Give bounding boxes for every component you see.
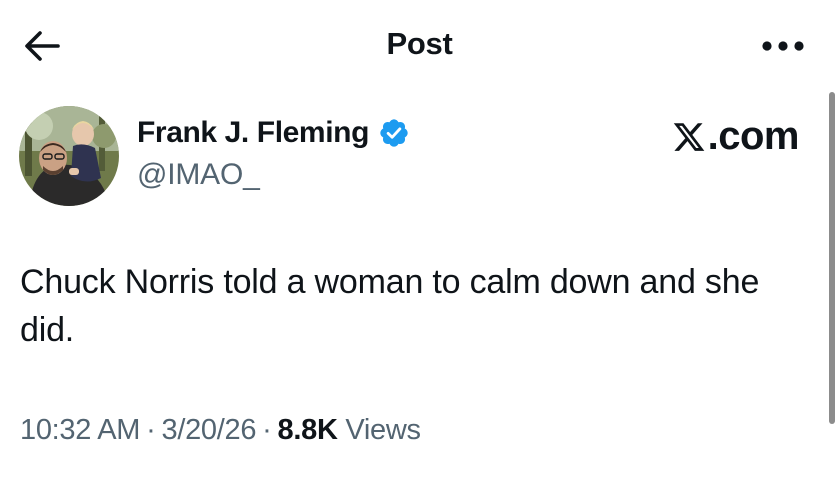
author-name-row[interactable]: Frank J. Fleming [137,116,410,150]
verified-badge-icon [380,119,408,147]
tweet-text: Chuck Norris told a woman to calm down a… [20,263,760,349]
x-logo-icon [673,122,704,151]
avatar[interactable] [19,106,119,206]
meta-separator: · [262,414,272,446]
more-options-button[interactable] [757,28,809,64]
post-meta: 10:32 AM · 3/20/26 · 8.8K Views [20,414,421,447]
watermark: .com [672,114,800,159]
post-date[interactable]: 3/20/26 [162,414,257,446]
scrollbar[interactable] [829,92,835,424]
views-count[interactable]: 8.8K [278,414,338,446]
author-name[interactable]: Frank J. Fleming [137,116,369,150]
author-handle[interactable]: @IMAO_ [137,158,260,192]
watermark-text: .com [707,114,800,158]
avatar-photo [19,106,119,206]
views-label[interactable]: Views [345,414,421,446]
page-title: Post [386,26,453,61]
post-time[interactable]: 10:32 AM [20,414,140,446]
top-bar: Post [0,0,839,92]
meta-separator: · [146,414,156,446]
more-horizontal-icon [762,41,804,51]
